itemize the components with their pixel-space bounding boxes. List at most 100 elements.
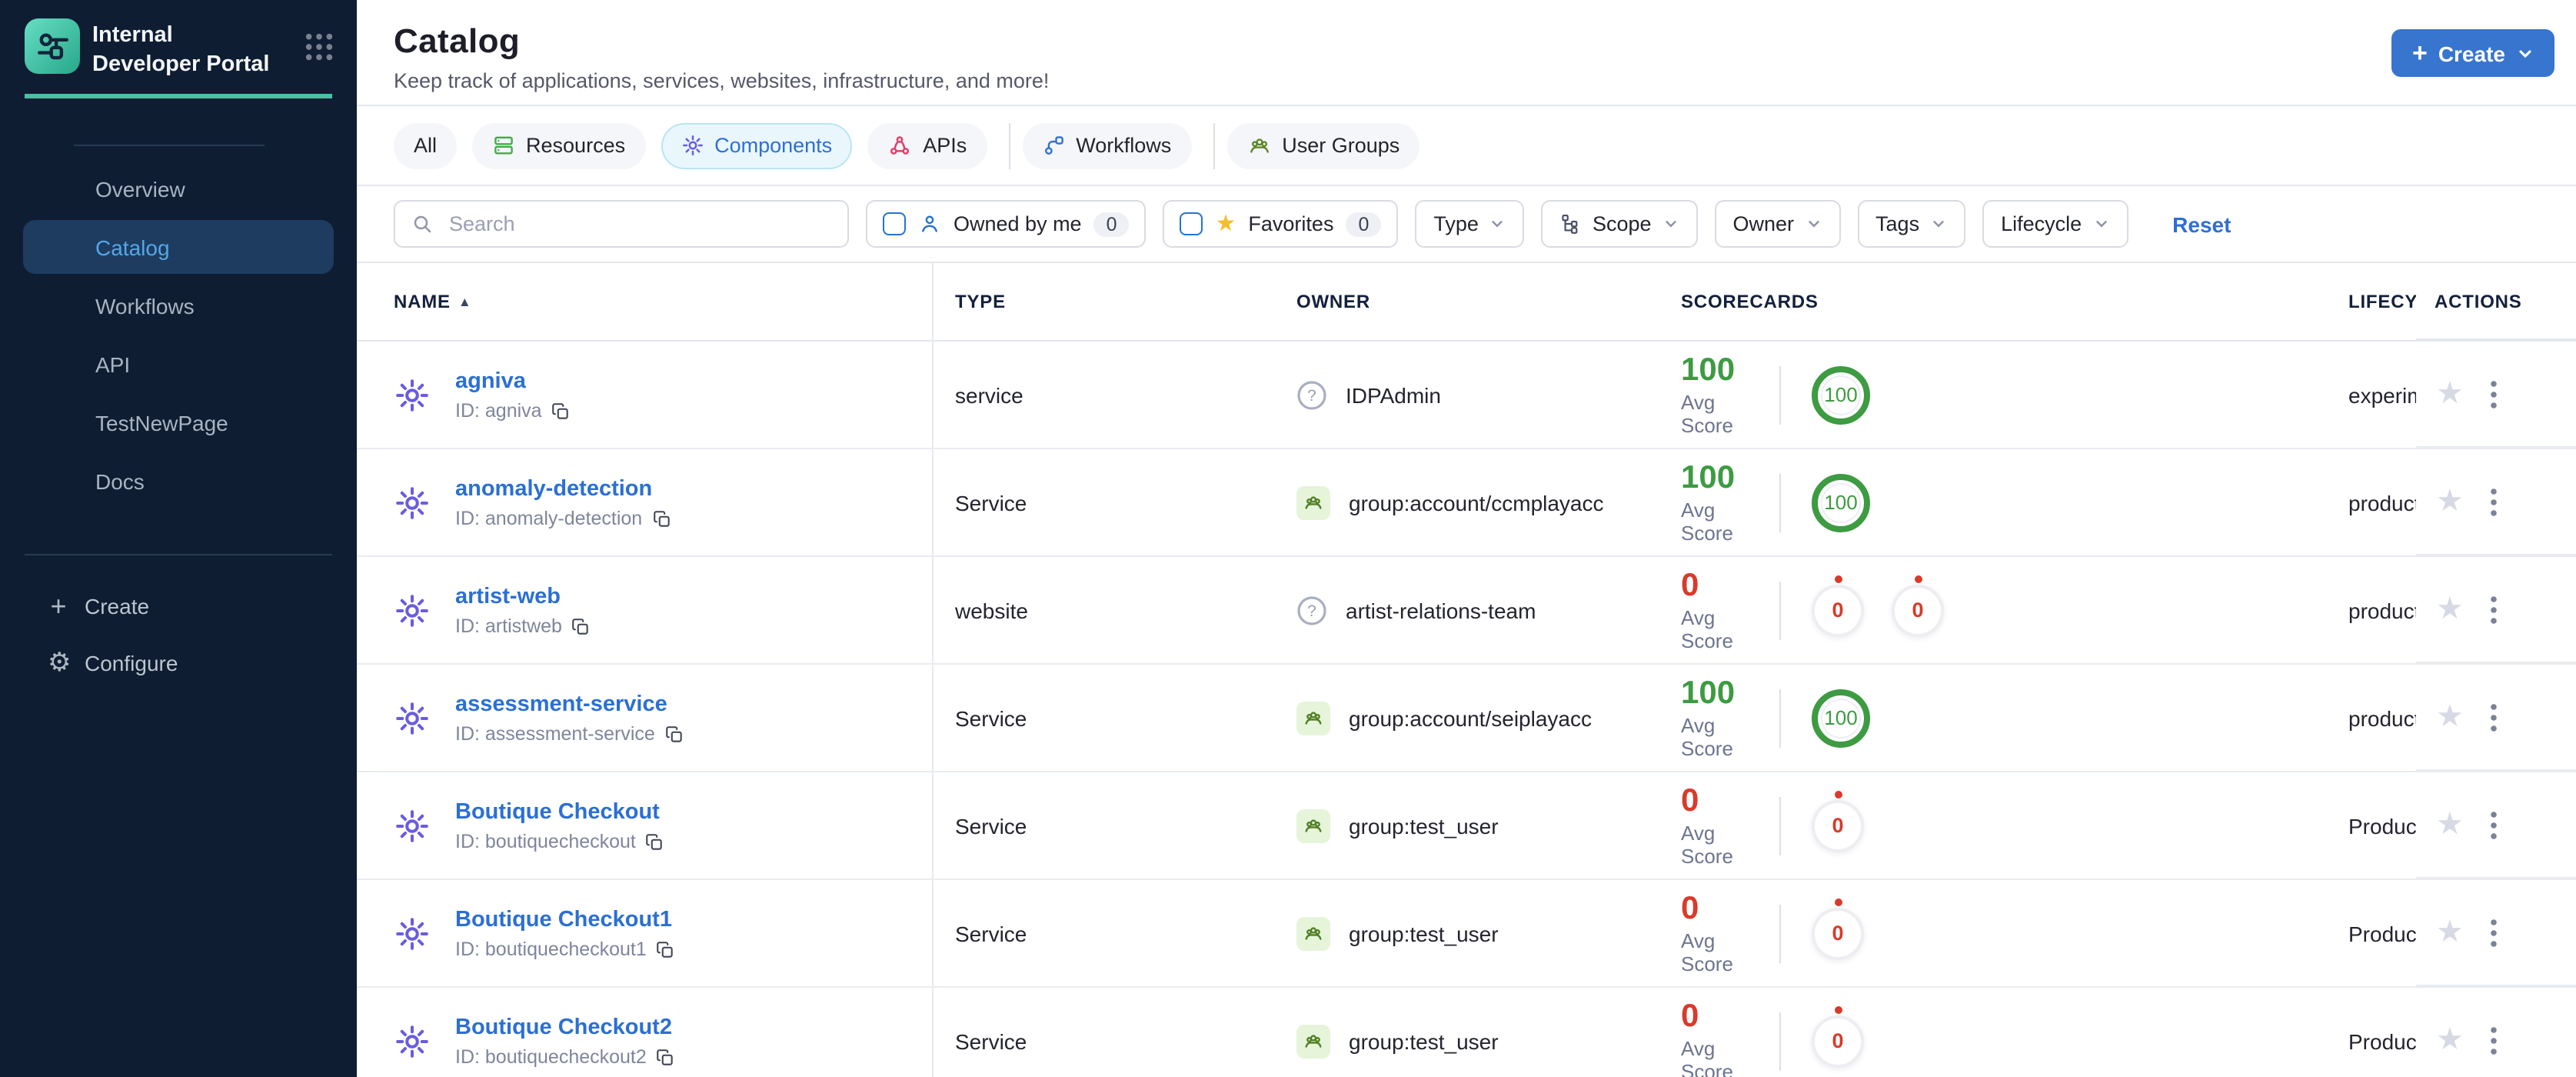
entity-id: ID: anomaly-detection bbox=[455, 508, 643, 529]
entity-name-link[interactable]: assessment-service bbox=[455, 692, 667, 717]
brand: Internal Developer Portal bbox=[0, 0, 357, 78]
scorecard-ring[interactable]: 0 bbox=[1892, 575, 1944, 636]
scorecard-ring[interactable]: 0 bbox=[1812, 575, 1864, 636]
sidebar-footer-label: Create bbox=[85, 593, 150, 619]
name-cell: agniva ID: agniva bbox=[357, 342, 934, 448]
owner-cell: group:account/seiplayacc bbox=[1275, 701, 1653, 735]
column-header-scorecards[interactable]: SCORECARDS bbox=[1653, 291, 2305, 312]
sidebar-item-api[interactable]: API bbox=[23, 337, 334, 391]
copy-icon[interactable] bbox=[551, 401, 571, 421]
favorites-count: 0 bbox=[1346, 212, 1382, 236]
scorecard-ring[interactable]: 100 bbox=[1812, 473, 1870, 532]
module-grid-icon[interactable] bbox=[303, 31, 335, 71]
column-header-type[interactable]: TYPE bbox=[934, 291, 1275, 312]
copy-icon[interactable] bbox=[645, 832, 665, 852]
favorites-checkbox[interactable] bbox=[1180, 212, 1203, 235]
kebab-menu-icon[interactable] bbox=[2490, 379, 2498, 408]
favorite-star-icon[interactable]: ★ bbox=[2436, 486, 2464, 517]
tab-user-groups[interactable]: User Groups bbox=[1226, 122, 1420, 168]
search-input[interactable] bbox=[446, 211, 832, 237]
kebab-menu-icon[interactable] bbox=[2490, 595, 2498, 624]
sidebar-item-overview[interactable]: Overview bbox=[23, 162, 334, 215]
favorite-star-icon[interactable]: ★ bbox=[2436, 378, 2464, 409]
copy-icon[interactable] bbox=[656, 1047, 676, 1067]
scorecard-ring[interactable]: 0 bbox=[1812, 1005, 1864, 1067]
favorite-star-icon[interactable]: ★ bbox=[2436, 702, 2464, 732]
filter-dropdown-owner[interactable]: Owner bbox=[1714, 200, 1841, 248]
entity-name-link[interactable]: anomaly-detection bbox=[455, 477, 652, 502]
plus-icon: + bbox=[2411, 38, 2428, 68]
sidebar-footer-label: Configure bbox=[85, 650, 178, 675]
entity-id: ID: boutiquecheckout1 bbox=[455, 939, 647, 960]
entity-kind-tabs: All Resources Components APIs Workflows User … bbox=[357, 106, 2576, 186]
name-cell: artist-web ID: artistweb bbox=[357, 557, 934, 663]
scope-tree-icon bbox=[1560, 212, 1582, 235]
avg-score-value: 0 bbox=[1681, 568, 1699, 604]
name-cell: Boutique Checkout ID: boutiquecheckout bbox=[357, 772, 934, 879]
entity-name-link[interactable]: Boutique Checkout1 bbox=[455, 908, 672, 932]
sidebar-item-label: Catalog bbox=[95, 235, 170, 260]
reset-filters-link[interactable]: Reset bbox=[2172, 212, 2231, 236]
avg-score-label: Avg Score bbox=[1681, 498, 1733, 545]
dropdown-label: Scope bbox=[1592, 212, 1652, 235]
favorite-star-icon[interactable]: ★ bbox=[2436, 917, 2464, 948]
kebab-menu-icon[interactable] bbox=[2490, 702, 2498, 732]
avg-score-value: 100 bbox=[1681, 675, 1736, 712]
copy-icon[interactable] bbox=[656, 939, 676, 959]
entity-name-link[interactable]: Boutique Checkout bbox=[455, 800, 660, 825]
kebab-menu-icon[interactable] bbox=[2490, 918, 2498, 947]
sidebar-item-docs[interactable]: Docs bbox=[23, 454, 334, 508]
entity-name-link[interactable]: agniva bbox=[455, 369, 526, 394]
favorite-star-icon[interactable]: ★ bbox=[2436, 809, 2464, 840]
favorite-star-icon[interactable]: ★ bbox=[2436, 594, 2464, 625]
table-body: agniva ID: agniva service? IDPAdmin 100 Avg S… bbox=[357, 342, 2576, 1077]
tab-components[interactable]: Components bbox=[661, 122, 853, 168]
tab-workflows[interactable]: Workflows bbox=[1022, 122, 1192, 168]
name-cell: anomaly-detection ID: anomaly-detection bbox=[357, 449, 934, 555]
sidebar-item-label: Overview bbox=[95, 176, 185, 202]
sidebar-item-workflows[interactable]: Workflows bbox=[23, 278, 334, 332]
scorecard-ring[interactable]: 100 bbox=[1812, 365, 1870, 424]
column-header-owner[interactable]: OWNER bbox=[1275, 291, 1653, 312]
sidebar-item-testnewpage[interactable]: TestNewPage bbox=[23, 395, 334, 449]
entity-id: ID: boutiquecheckout2 bbox=[455, 1046, 647, 1068]
sidebar-footer-create[interactable]: + Create bbox=[0, 577, 357, 634]
owned-by-me-filter[interactable]: Owned by me 0 bbox=[866, 200, 1147, 248]
copy-icon[interactable] bbox=[651, 508, 671, 528]
kebab-menu-icon[interactable] bbox=[2490, 1025, 2498, 1055]
scorecard-ring[interactable]: 0 bbox=[1812, 898, 1864, 959]
row-actions: ★ bbox=[2416, 557, 2576, 663]
scorecard-rings: 100 bbox=[1812, 689, 1870, 747]
kebab-menu-icon[interactable] bbox=[2490, 487, 2498, 516]
name-block: Boutique Checkout ID: boutiquecheckout bbox=[455, 799, 665, 852]
kebab-menu-icon[interactable] bbox=[2490, 810, 2498, 839]
user-group-icon bbox=[1296, 809, 1330, 842]
tab-all[interactable]: All bbox=[394, 122, 458, 168]
copy-icon[interactable] bbox=[664, 724, 684, 744]
filter-dropdown-type[interactable]: Type bbox=[1415, 200, 1525, 248]
tab-label: Workflows bbox=[1076, 134, 1172, 157]
sort-asc-icon: ▲ bbox=[458, 294, 472, 309]
owned-by-me-checkbox[interactable] bbox=[883, 212, 906, 235]
scorecard-ring[interactable]: 0 bbox=[1812, 790, 1864, 852]
filter-dropdown-scope[interactable]: Scope bbox=[1541, 200, 1698, 248]
type-cell: Service bbox=[934, 813, 1275, 838]
chevron-down-icon bbox=[2519, 49, 2531, 58]
favorites-filter[interactable]: ★ Favorites 0 bbox=[1163, 200, 1399, 248]
filter-dropdown-tags[interactable]: Tags bbox=[1857, 200, 1966, 248]
scorecards-cell: 100 Avg Score 100 bbox=[1653, 342, 2305, 448]
sidebar-item-catalog[interactable]: Catalog bbox=[23, 220, 334, 275]
row-actions: ★ bbox=[2416, 342, 2576, 448]
create-button[interactable]: + Create bbox=[2391, 29, 2554, 77]
tab-apis[interactable]: APIs bbox=[867, 122, 987, 168]
entity-name-link[interactable]: artist-web bbox=[455, 585, 561, 609]
filter-dropdowns: Type Scope Owner Tags Lifecycle bbox=[1415, 200, 2128, 248]
tab-resources[interactable]: Resources bbox=[472, 122, 646, 168]
scorecard-ring[interactable]: 100 bbox=[1812, 689, 1870, 747]
copy-icon[interactable] bbox=[571, 616, 591, 636]
entity-name-link[interactable]: Boutique Checkout2 bbox=[455, 1015, 672, 1040]
filter-dropdown-lifecycle[interactable]: Lifecycle bbox=[1982, 200, 2128, 248]
sidebar-footer-configure[interactable]: ⚙ Configure bbox=[0, 634, 357, 691]
favorite-star-icon[interactable]: ★ bbox=[2436, 1025, 2464, 1055]
column-header-name[interactable]: NAME ▲ bbox=[357, 263, 934, 340]
